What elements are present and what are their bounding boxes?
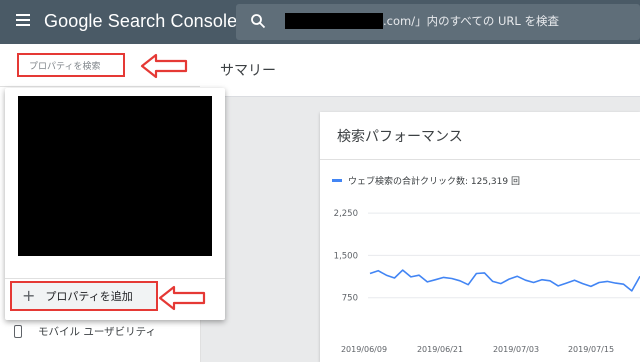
x-tick-label: 2019/06/21	[417, 345, 463, 354]
legend-label: ウェブ検索の合計クリック数: 125,319 回	[348, 177, 520, 187]
app-bar: Google Search Console .com/」内のすべての URL を…	[0, 0, 640, 44]
sidebar-item-label: モバイル ユーザビリティ	[38, 326, 156, 338]
y-tick-label: 1,500	[334, 251, 358, 261]
add-property-label: プロパティを追加	[45, 290, 133, 303]
search-icon	[251, 14, 266, 29]
legend-swatch	[332, 179, 342, 182]
performance-chart[interactable]: 2,250 1,500 750 2019/06/09 2019/06/21 2019/07…	[320, 192, 640, 362]
divider	[5, 278, 225, 279]
add-property-button[interactable]: + プロパティを追加	[10, 281, 158, 311]
app-logo[interactable]: Google Search Console	[44, 11, 237, 32]
property-search-input[interactable]: プロパティを検索	[17, 53, 125, 77]
sidebar-item-mobile-usability[interactable]: モバイル ユーザビリティ	[14, 324, 156, 339]
x-tick-label: 2019/06/09	[341, 345, 387, 354]
card-title: 検索パフォーマンス	[337, 129, 463, 145]
performance-card[interactable]: 検索パフォーマンス ウェブ検索の合計クリック数: 125,319 回 2,250…	[320, 112, 640, 362]
chart-legend[interactable]: ウェブ検索の合計クリック数: 125,319 回	[332, 174, 520, 187]
divider	[320, 159, 640, 160]
plus-icon: +	[22, 286, 36, 305]
page-title: サマリー	[220, 63, 276, 79]
x-tick-label: 2019/07/03	[493, 345, 539, 354]
y-tick-label: 2,250	[334, 209, 358, 219]
menu-icon[interactable]	[16, 14, 30, 28]
divider	[0, 86, 200, 87]
y-tick-label: 750	[342, 294, 358, 304]
redacted-block	[285, 13, 383, 29]
redacted-block	[18, 96, 212, 256]
x-tick-label: 2019/07/15	[568, 345, 614, 354]
red-arrow-icon	[140, 53, 188, 79]
url-inspection-search[interactable]: .com/」内のすべての URL を検査	[236, 4, 640, 40]
red-arrow-icon	[158, 285, 206, 311]
series-line-clicks[interactable]	[369, 269, 640, 292]
property-search-placeholder: プロパティを検索	[29, 62, 101, 72]
phone-icon	[14, 325, 22, 338]
main-header: サマリー	[200, 44, 640, 97]
search-placeholder: .com/」内のすべての URL を検査	[383, 14, 559, 28]
